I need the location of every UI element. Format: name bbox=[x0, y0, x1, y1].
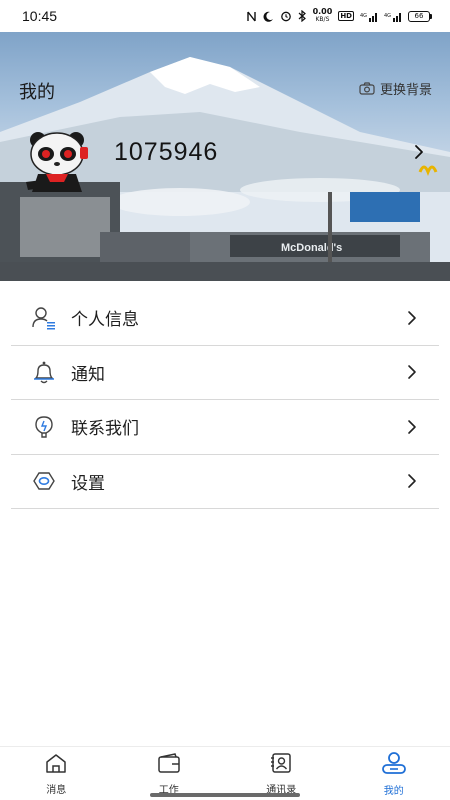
hd-badge: HD bbox=[338, 11, 354, 21]
menu-item-personal-info[interactable]: 个人信息 bbox=[11, 291, 439, 346]
contacts-book-icon bbox=[269, 752, 293, 778]
status-icons: 0.00 KB/S HD 4G 4G 66 bbox=[246, 8, 432, 24]
bell-icon bbox=[31, 359, 57, 385]
signal-2-label: 4G bbox=[384, 13, 391, 19]
profile-chevron-icon[interactable] bbox=[414, 144, 424, 164]
battery-icon: 66 bbox=[408, 10, 432, 22]
menu-item-label: 通知 bbox=[71, 364, 105, 385]
menu-item-label: 联系我们 bbox=[71, 419, 139, 440]
signal-1-label: 4G bbox=[360, 13, 367, 19]
change-background-button[interactable]: 更换背景 bbox=[359, 79, 432, 98]
tab-messages[interactable]: 消息 bbox=[0, 747, 113, 800]
tab-mine[interactable]: 我的 bbox=[338, 747, 450, 800]
profile-icon bbox=[381, 751, 407, 779]
menu-list: 个人信息 通知 联系我们 设置 bbox=[11, 291, 439, 509]
page-title: 我的 bbox=[19, 82, 55, 103]
status-time: 10:45 bbox=[22, 8, 58, 24]
menu-item-label: 个人信息 bbox=[71, 310, 139, 331]
chevron-right-icon bbox=[407, 473, 417, 489]
net-speed-unit: KB/S bbox=[315, 16, 330, 23]
menu-item-notifications[interactable]: 通知 bbox=[11, 346, 439, 400]
home-indicator[interactable] bbox=[150, 793, 300, 797]
bottom-tab-bar: 消息 工作 通讯录 我的 bbox=[0, 746, 450, 800]
status-bar: 10:45 0.00 KB/S HD 4G 4G 66 bbox=[0, 0, 450, 32]
change-background-label: 更换背景 bbox=[379, 83, 432, 98]
contact-icon bbox=[31, 414, 57, 440]
chevron-right-icon bbox=[407, 364, 417, 380]
battery-level: 66 bbox=[408, 10, 430, 22]
camera-icon bbox=[359, 82, 375, 95]
menu-item-contact-us[interactable]: 联系我们 bbox=[11, 400, 439, 455]
bluetooth-icon bbox=[298, 10, 307, 22]
tab-label: 消息 bbox=[46, 784, 67, 796]
user-info-icon bbox=[31, 305, 57, 331]
alarm-icon bbox=[280, 10, 292, 22]
tab-label: 我的 bbox=[383, 785, 404, 797]
signal-icon-1: 4G bbox=[360, 11, 378, 22]
avatar[interactable] bbox=[24, 130, 96, 196]
profile-header: McDonald's 我的 更换背景 1075946 bbox=[0, 32, 450, 281]
menu-item-label: 设置 bbox=[71, 473, 105, 494]
store-sign-text: McDonald's bbox=[281, 242, 342, 254]
signal-icon-2: 4G bbox=[384, 11, 402, 22]
wallet-icon bbox=[157, 752, 181, 778]
user-id: 1075946 bbox=[114, 138, 219, 166]
net-speed: 0.00 KB/S bbox=[313, 8, 333, 24]
settings-icon bbox=[31, 468, 57, 494]
chevron-right-icon bbox=[407, 419, 417, 435]
net-speed-value: 0.00 bbox=[312, 7, 333, 16]
moon-icon bbox=[263, 11, 274, 22]
chevron-right-icon bbox=[407, 310, 417, 326]
home-icon bbox=[44, 752, 68, 778]
panda-avatar-icon bbox=[26, 132, 88, 192]
nfc-icon bbox=[246, 11, 257, 22]
menu-item-settings[interactable]: 设置 bbox=[11, 455, 439, 509]
